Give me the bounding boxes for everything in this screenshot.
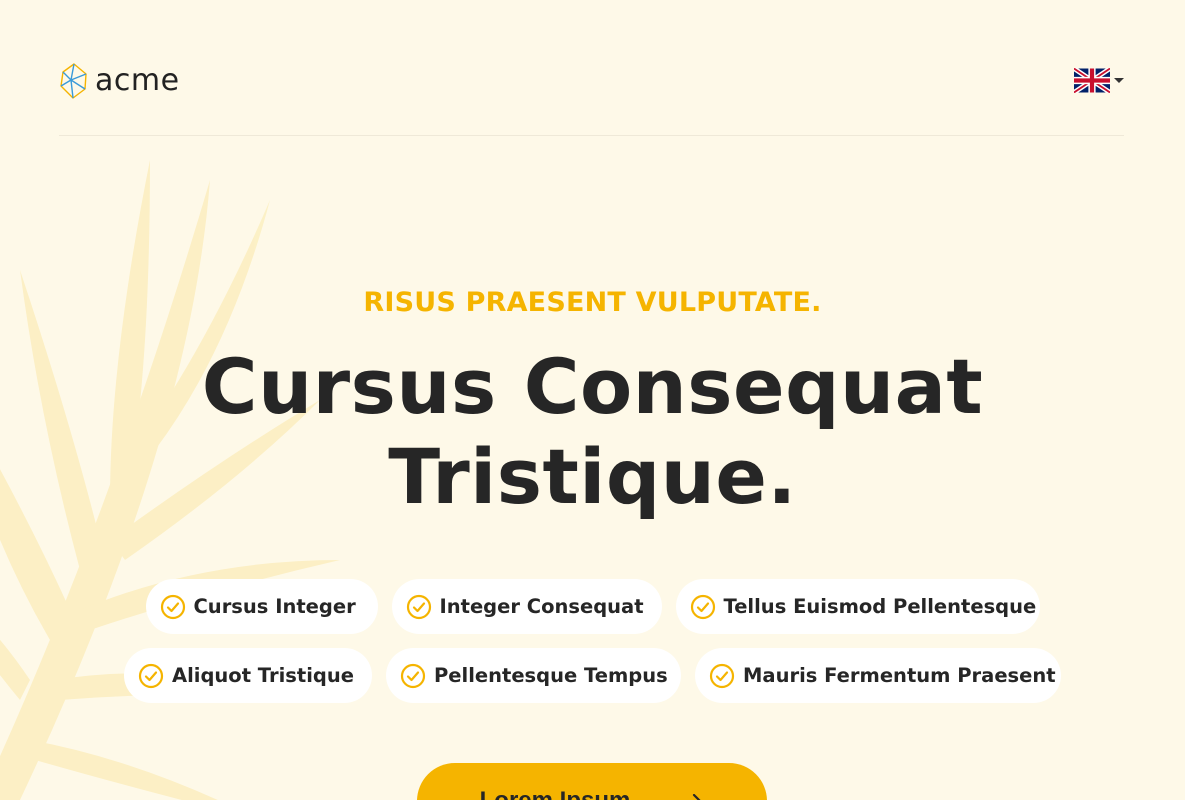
feature-chip: Tellus Euismod Pellentesque xyxy=(675,579,1040,634)
uk-flag-icon xyxy=(1074,68,1110,93)
headline-line-2: Tristique. xyxy=(388,432,797,521)
feature-chip: Cursus Integer xyxy=(145,579,378,634)
feature-chip: Pellentesque Tempus xyxy=(386,648,681,703)
check-circle-icon xyxy=(400,663,426,688)
site-header: acme xyxy=(59,56,1124,136)
feature-label: Tellus Euismod Pellentesque xyxy=(723,595,1037,618)
feature-chip: Integer Consequat xyxy=(391,579,662,634)
features-row-2: Aliquot Tristique Pellentesque Tempus Ma… xyxy=(0,648,1185,703)
brand-logo[interactable]: acme xyxy=(59,62,180,100)
check-circle-icon xyxy=(160,594,185,619)
features-row-1: Cursus Integer Integer Consequat Tellus … xyxy=(0,579,1185,634)
feature-chip: Mauris Fermentum Praesent xyxy=(695,648,1061,703)
feature-label: Integer Consequat xyxy=(439,595,644,618)
feature-label: Cursus Integer xyxy=(193,595,356,618)
chevron-right-icon xyxy=(693,794,701,800)
language-selector[interactable] xyxy=(1074,68,1124,93)
feature-label: Pellentesque Tempus xyxy=(434,664,668,687)
feature-chip: Aliquot Tristique xyxy=(124,648,372,703)
hero-eyebrow: RISUS PRAESENT VULPUTATE. xyxy=(363,287,822,318)
check-circle-icon xyxy=(690,594,715,619)
feature-label: Aliquot Tristique xyxy=(172,664,354,687)
feature-label: Mauris Fermentum Praesent xyxy=(743,664,1056,687)
check-circle-icon xyxy=(709,663,735,688)
caret-down-icon xyxy=(1114,78,1124,83)
headline-line-1: Cursus Consequat xyxy=(201,342,984,431)
brand-name: acme xyxy=(95,63,180,98)
hero-headline: Cursus Consequat Tristique. xyxy=(0,342,1185,522)
cta-label: Lorem Ipsum xyxy=(480,787,631,800)
acme-logo-icon xyxy=(60,63,87,99)
check-circle-icon xyxy=(406,594,431,619)
check-circle-icon xyxy=(138,663,164,688)
landing-page: acme RISUS PRAESENT VULPUTATE. Cursus Co… xyxy=(0,0,1185,800)
cta-button[interactable]: Lorem Ipsum xyxy=(417,763,767,800)
